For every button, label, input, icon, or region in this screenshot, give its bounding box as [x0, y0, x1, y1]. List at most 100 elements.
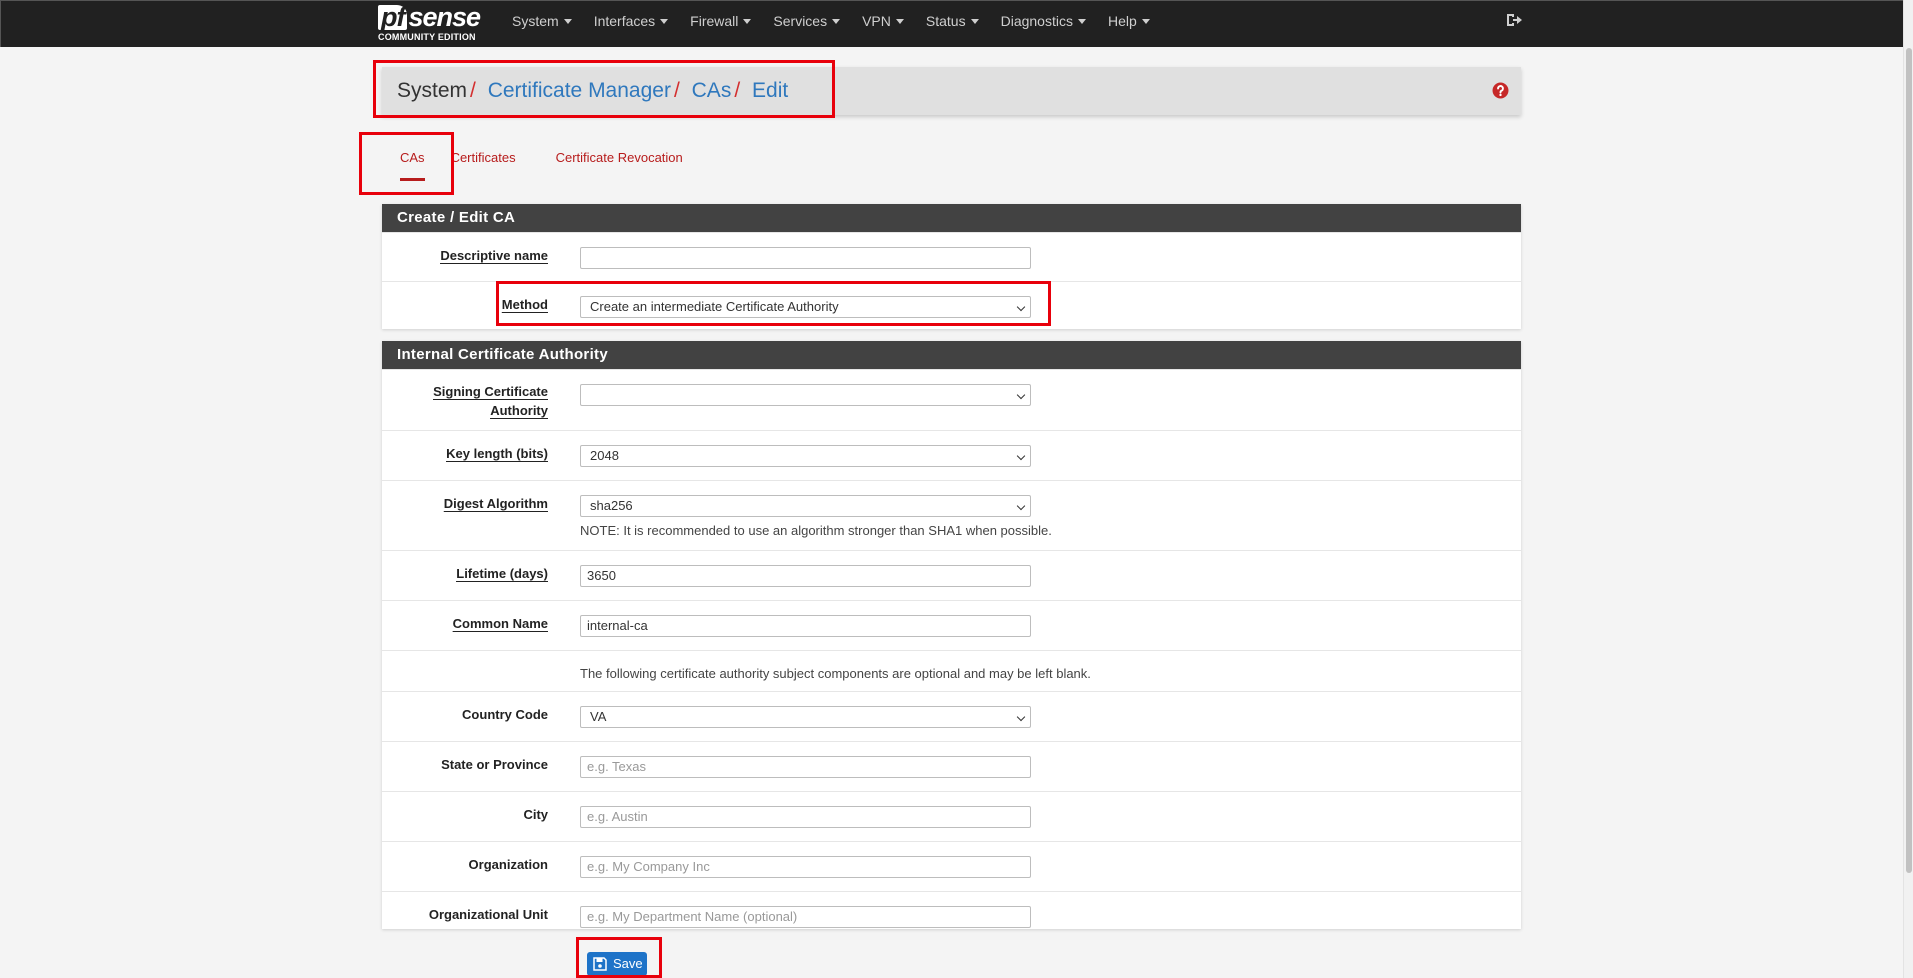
sign-out-icon[interactable]	[1506, 12, 1522, 28]
method-select-value: Create an intermediate Certificate Autho…	[590, 299, 839, 314]
panel-heading: Create / Edit CA	[382, 204, 1521, 232]
menu-help[interactable]: Help	[1108, 1, 1150, 41]
signing-ca-label-line1: Signing Certificate	[433, 384, 548, 400]
logo-sense: sense	[408, 2, 481, 32]
menu-help-label: Help	[1107, 13, 1137, 29]
panel-heading: Internal Certificate Authority	[382, 341, 1521, 369]
menu-status-label: Status	[925, 13, 966, 29]
optional-components-note: The following certificate authority subj…	[580, 666, 1091, 681]
tab-cas[interactable]: CAs	[400, 140, 425, 181]
city-label: City	[523, 807, 548, 822]
key-length-label: Key length (bits)	[446, 444, 548, 464]
menu-interfaces[interactable]: Interfaces	[593, 1, 669, 41]
logo-edition: COMMUNITY EDITION	[378, 32, 476, 42]
caret-down-icon	[895, 19, 904, 24]
tab-certificate-revocation[interactable]: Certificate Revocation	[556, 140, 683, 176]
breadcrumb-cas[interactable]: CAs	[692, 79, 732, 102]
method-label-text: Method	[501, 297, 548, 313]
digest-algorithm-select[interactable]: sha256	[580, 495, 1031, 517]
caret-down-icon	[1141, 19, 1150, 24]
row-method: Method Create an intermediate Certificat…	[382, 281, 1521, 330]
row-signing-ca: Signing Certificate Authority	[382, 369, 1521, 430]
tab-certificates[interactable]: Certificates	[451, 140, 516, 176]
menu-system-label: System	[512, 13, 559, 29]
question-circle-icon[interactable]	[1492, 82, 1509, 99]
common-name-label-text: Common Name	[452, 616, 548, 632]
descriptive-name-label-text: Descriptive name	[440, 248, 548, 264]
signing-ca-label-line2: Authority	[490, 403, 548, 419]
top-navbar: pf sense COMMUNITY EDITION System Interfa…	[0, 0, 1904, 47]
organization-label: Organization	[468, 857, 548, 872]
menu-services[interactable]: Services	[773, 1, 841, 41]
digest-algorithm-label: Digest Algorithm	[443, 494, 548, 514]
digest-help-text: NOTE: It is recommended to use an algori…	[580, 523, 1052, 538]
menu-status[interactable]: Status	[926, 1, 979, 41]
breadcrumb-separator: /	[470, 79, 476, 102]
breadcrumb-separator: /	[673, 79, 680, 102]
breadcrumb-certificate-manager[interactable]: Certificate Manager	[488, 79, 671, 102]
row-common-name: Common Name internal-ca	[382, 600, 1521, 650]
signing-ca-select[interactable]	[580, 384, 1031, 406]
menu-vpn-label: VPN	[862, 13, 891, 29]
lifetime-input[interactable]: 3650	[580, 565, 1031, 587]
tab-bar: CAs Certificates Certificate Revocation	[382, 140, 683, 184]
pfsense-logo[interactable]: pf sense COMMUNITY EDITION	[378, 3, 484, 43]
country-code-select[interactable]: VA	[580, 706, 1031, 728]
key-length-select-value: 2048	[590, 448, 619, 463]
main-menu: System Interfaces Firewall Services VPN …	[512, 1, 1150, 43]
logo-pf: pf	[378, 4, 408, 31]
menu-system[interactable]: System	[512, 1, 572, 41]
row-state: State or Province e.g. Texas	[382, 741, 1521, 791]
country-code-select-value: VA	[590, 709, 607, 724]
state-input[interactable]: e.g. Texas	[580, 756, 1031, 778]
city-input[interactable]: e.g. Austin	[580, 806, 1031, 828]
internal-ca-panel: Internal Certificate Authority Signing C…	[382, 341, 1521, 929]
organizational-unit-input[interactable]: e.g. My Department Name (optional)	[580, 906, 1031, 928]
breadcrumb-system: System	[397, 79, 468, 102]
logo-wordmark: pf sense	[378, 2, 481, 32]
menu-diagnostics[interactable]: Diagnostics	[1001, 1, 1086, 41]
lifetime-label: Lifetime (days)	[456, 564, 548, 584]
row-organization: Organization e.g. My Company Inc	[382, 841, 1521, 891]
menu-vpn[interactable]: VPN	[862, 1, 904, 41]
caret-down-icon	[1077, 19, 1086, 24]
breadcrumb-separator: /	[734, 79, 741, 102]
breadcrumb-edit[interactable]: Edit	[752, 79, 788, 102]
page-scrollbar[interactable]	[1903, 0, 1913, 978]
organization-input[interactable]: e.g. My Company Inc	[580, 856, 1031, 878]
caret-down-icon	[660, 19, 669, 24]
caret-down-icon	[563, 19, 572, 24]
organizational-unit-label: Organizational Unit	[428, 907, 548, 922]
descriptive-name-input[interactable]	[580, 247, 1031, 269]
scrollbar-thumb[interactable]	[1906, 48, 1912, 873]
breadcrumb: System / Certificate Manager / CAs / Edit	[397, 78, 788, 104]
key-length-select[interactable]: 2048	[580, 445, 1031, 467]
row-digest-algorithm: Digest Algorithm sha256 NOTE: It is reco…	[382, 480, 1521, 550]
save-label: Save	[613, 956, 643, 971]
save-button[interactable]: Save	[587, 952, 647, 976]
menu-diagnostics-label: Diagnostics	[1000, 13, 1073, 29]
state-label: State or Province	[441, 757, 548, 772]
menu-firewall[interactable]: Firewall	[690, 1, 752, 41]
row-optional-note: The following certificate authority subj…	[382, 650, 1521, 691]
key-length-label-text: Key length (bits)	[446, 446, 548, 462]
signing-ca-label: Signing Certificate Authority	[433, 382, 548, 420]
caret-down-icon	[743, 19, 752, 24]
floppy-disk-icon	[593, 957, 607, 971]
signing-ca-select-value	[587, 387, 590, 402]
digest-algorithm-label-text: Digest Algorithm	[443, 496, 548, 512]
caret-down-icon	[970, 19, 979, 24]
descriptive-name-label: Descriptive name	[440, 246, 548, 266]
menu-services-label: Services	[773, 13, 828, 29]
common-name-input[interactable]: internal-ca	[580, 615, 1031, 637]
digest-algorithm-select-value: sha256	[590, 498, 633, 513]
country-code-label: Country Code	[462, 707, 548, 722]
caret-down-icon	[832, 19, 841, 24]
menu-interfaces-label: Interfaces	[593, 13, 656, 29]
common-name-label: Common Name	[452, 614, 548, 634]
row-lifetime: Lifetime (days) 3650	[382, 550, 1521, 600]
method-select[interactable]: Create an intermediate Certificate Autho…	[580, 296, 1031, 318]
row-city: City e.g. Austin	[382, 791, 1521, 841]
method-label: Method	[501, 295, 548, 315]
row-descriptive-name: Descriptive name	[382, 232, 1521, 281]
